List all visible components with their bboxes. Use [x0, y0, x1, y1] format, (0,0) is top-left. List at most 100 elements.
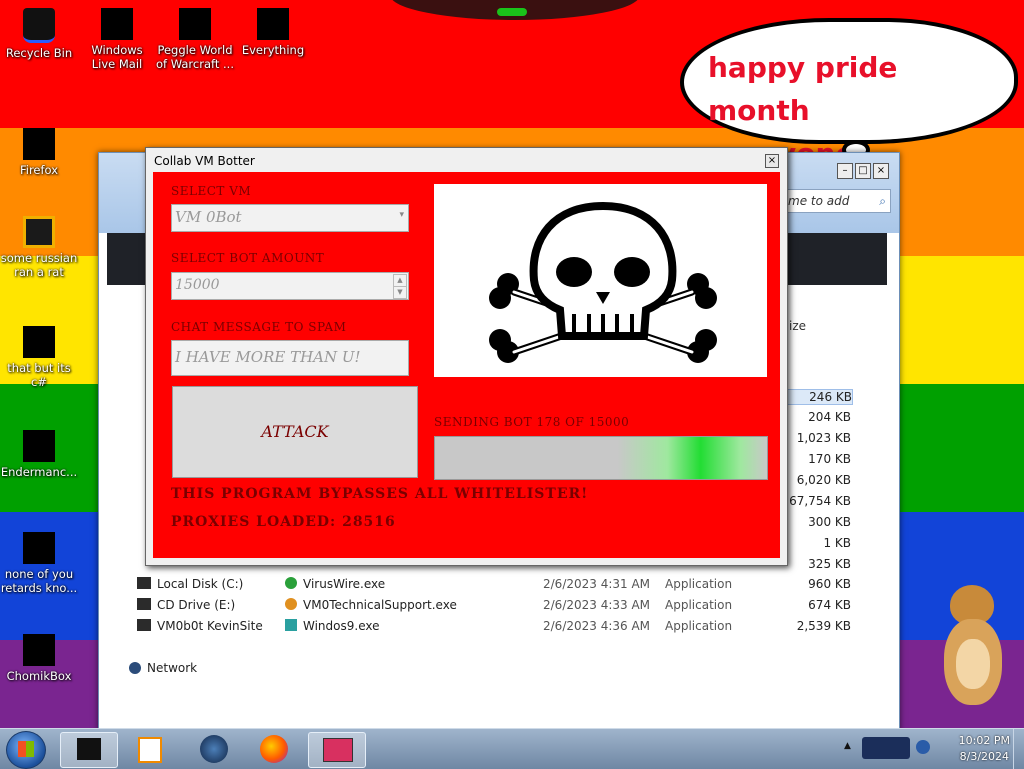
tray-icon-network[interactable] [916, 740, 930, 754]
bot-amount-stepper[interactable]: 15000 ▲ ▼ [171, 272, 409, 300]
tray-icon-app[interactable] [862, 737, 910, 759]
start-button[interactable] [6, 731, 46, 769]
recycle-bin-icon [23, 8, 55, 43]
chat-message-input[interactable]: I HAVE MORE THAN U! [171, 340, 409, 376]
nav-row-network[interactable]: Network [99, 658, 899, 678]
start-icon [18, 741, 34, 757]
chat-message-label: CHAT MESSAGE TO SPAM [171, 320, 347, 334]
hamster-image [940, 585, 1006, 707]
file-size: 2,539 KB [796, 619, 851, 633]
show-desktop-button[interactable] [1013, 729, 1024, 769]
progress-fill [435, 437, 767, 479]
desktop-icon-peggle[interactable]: Peggle World of Warcraft ... [156, 8, 234, 71]
nav-item-vm0b0t-kevinsite[interactable]: VM0b0t KevinSite [157, 616, 263, 636]
desktop-icon-recycle-bin[interactable]: Recycle Bin [0, 8, 78, 60]
botter-window[interactable]: Collab VM Botter × SELECT VM VM 0Bot ▾ S… [145, 147, 788, 566]
file-size: 300 KB [808, 515, 851, 529]
botter-close-button[interactable]: × [765, 154, 779, 168]
file-size: 960 KB [808, 577, 851, 591]
select-vm-dropdown[interactable]: VM 0Bot ▾ [171, 204, 409, 232]
skull-image [434, 184, 767, 377]
skull-and-crossbones-icon [489, 201, 717, 363]
taskbar-button-media-player[interactable] [120, 732, 176, 766]
desktop-icon-none-of-you[interactable]: none of you retards kno... [0, 532, 78, 595]
desktop-icon-label: Everything [241, 43, 305, 57]
mail-icon [101, 8, 133, 40]
file-row[interactable]: VM0b0t KevinSite Windos9.exe 2/6/2023 4:… [99, 616, 899, 636]
search-placeholder: me to add [788, 194, 850, 208]
file-name[interactable]: VM0TechnicalSupport.exe [303, 595, 457, 615]
taskbar-button-botter[interactable] [308, 732, 366, 768]
nav-item-cd-drive[interactable]: CD Drive (E:) [157, 595, 235, 615]
taskbar-clock[interactable]: 10:02 PM 8/3/2024 [959, 733, 1010, 765]
chat-message-value: I HAVE MORE THAN U! [175, 348, 361, 366]
sending-progress-bar [434, 436, 768, 480]
file-row[interactable]: CD Drive (E:) VM0TechnicalSupport.exe 2/… [99, 595, 899, 615]
file-type: Application [665, 598, 733, 612]
disk-icon [137, 577, 151, 589]
select-vm-label: SELECT VM [171, 184, 252, 198]
file-size: 1 KB [823, 536, 851, 550]
file-size: 170 KB [808, 452, 851, 466]
desktop-icon-label: that but its c# [7, 361, 71, 389]
app-icon [77, 738, 101, 760]
desktop-icon-label: some russian ran a rat [0, 251, 78, 279]
desktop-icon-some-russian[interactable]: some russian ran a rat [0, 216, 78, 279]
desktop-icon-chomikbox[interactable]: ChomikBox [0, 634, 78, 683]
search-input[interactable]: me to add ⌕ [783, 189, 891, 213]
file-size: 246 KB [779, 389, 853, 405]
stepper-down-icon[interactable]: ▼ [393, 286, 407, 299]
file-size: 325 KB [808, 557, 851, 571]
clock-time: 10:02 PM [958, 734, 1010, 747]
app-icon [23, 216, 55, 248]
botter-body: SELECT VM VM 0Bot ▾ SELECT BOT AMOUNT 15… [153, 172, 780, 558]
taskbar-button-firefox[interactable] [246, 732, 302, 766]
minimize-button[interactable]: – [837, 163, 853, 179]
desktop-icon-everything[interactable]: Everything [234, 8, 312, 57]
sending-status-text: SENDING BOT 178 OF 15000 [434, 415, 630, 429]
clock-date: 8/3/2024 [959, 750, 1010, 763]
network-icon [129, 662, 141, 674]
desktop-icon-label: Recycle Bin [5, 46, 73, 60]
desktop-icon-firefox[interactable]: Firefox [0, 128, 78, 177]
nav-item-network[interactable]: Network [147, 658, 197, 678]
column-header-size[interactable]: ize [789, 319, 806, 333]
search-icon [257, 8, 289, 40]
app-icon [323, 738, 353, 762]
media-player-icon [138, 737, 162, 763]
desktop-icon-windows-live-mail[interactable]: Windows Live Mail [78, 8, 156, 71]
file-name[interactable]: VirusWire.exe [303, 574, 385, 594]
bot-amount-value: 15000 [175, 277, 220, 293]
file-icon [285, 598, 297, 610]
file-row[interactable]: Local Disk (C:) VirusWire.exe 2/6/2023 4… [99, 574, 899, 594]
file-size: 1,023 KB [796, 431, 851, 445]
file-size: 6,020 KB [796, 473, 851, 487]
close-button[interactable]: × [873, 163, 889, 179]
desktop-icon-that-but-its-cs[interactable]: that but its c# [0, 326, 78, 389]
network-icon [200, 735, 228, 763]
network-drive-icon [137, 619, 151, 631]
taskbar-button-explorer[interactable] [60, 732, 118, 768]
taskbar-button-network[interactable] [186, 732, 242, 766]
file-icon [285, 619, 297, 631]
chevron-down-icon: ▾ [399, 210, 404, 220]
bot-amount-label: SELECT BOT AMOUNT [171, 251, 325, 265]
attack-button[interactable]: ATTACK [172, 386, 418, 478]
desktop-icon-label: none of you retards kno... [0, 567, 78, 595]
nav-item-local-disk[interactable]: Local Disk (C:) [157, 574, 243, 594]
desktop-icon-label: Windows Live Mail [91, 43, 143, 71]
file-size: 674 KB [808, 598, 851, 612]
file-name[interactable]: Windos9.exe [303, 616, 380, 636]
app-icon [23, 326, 55, 358]
show-hidden-icons-button[interactable]: ▲ [844, 741, 851, 751]
maximize-button[interactable]: □ [855, 163, 871, 179]
cd-drive-icon [137, 598, 151, 610]
desktop-icon-endermanc[interactable]: Endermanc... [0, 430, 78, 479]
file-type: Application [665, 577, 733, 591]
desktop-icon-label: ChomikBox [6, 669, 72, 683]
chomikbox-icon [23, 634, 55, 666]
desktop-icon-label: Firefox [19, 163, 59, 177]
firefox-icon [260, 735, 288, 763]
app-icon [23, 532, 55, 564]
desktop-icon-label: Endermanc... [0, 465, 78, 479]
